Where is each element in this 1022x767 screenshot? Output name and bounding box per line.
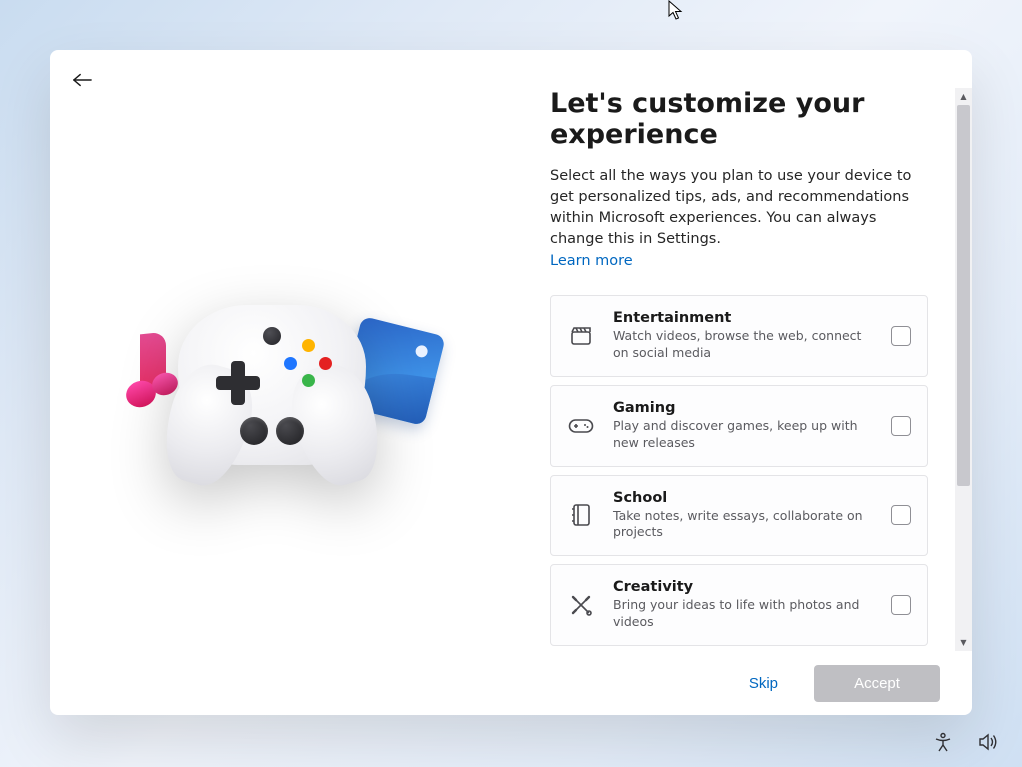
scrollbar-track[interactable] [955,105,972,634]
learn-more-link[interactable]: Learn more [550,253,633,269]
checkbox[interactable] [891,416,911,436]
hero-pane [50,50,510,715]
scroll-up-icon[interactable]: ▲ [955,88,972,105]
option-title: School [613,490,873,506]
option-desc: Take notes, write essays, collaborate on… [613,508,873,542]
option-desc: Play and discover games, keep up with ne… [613,418,873,452]
checkbox[interactable] [891,326,911,346]
scroll-down-icon[interactable]: ▼ [955,634,972,651]
option-title: Entertainment [613,310,873,326]
film-clapper-icon [567,322,595,350]
page-description: Select all the ways you plan to use your… [550,166,928,250]
option-list: Entertainment Watch videos, browse the w… [550,295,928,651]
option-title: Gaming [613,400,873,416]
accept-button[interactable]: Accept [814,665,940,702]
option-desc: Bring your ideas to life with photos and… [613,597,873,631]
option-school[interactable]: School Take notes, write essays, collabo… [550,475,928,557]
hero-illustration [130,303,430,503]
option-creativity[interactable]: Creativity Bring your ideas to life with… [550,564,928,646]
accessibility-icon[interactable] [932,731,954,753]
option-title: Creativity [613,579,873,595]
skip-button[interactable]: Skip [735,667,792,700]
gamepad-icon [567,412,595,440]
option-desc: Watch videos, browse the web, connect on… [613,328,873,362]
dialog-footer: Skip Accept [510,651,972,715]
back-button[interactable] [66,66,98,98]
page-title: Let's customize your experience [550,88,928,150]
os-tray [932,731,1000,753]
option-gaming[interactable]: Gaming Play and discover games, keep up … [550,385,928,467]
option-entertainment[interactable]: Entertainment Watch videos, browse the w… [550,295,928,377]
pen-brush-icon [567,591,595,619]
arrow-left-icon [72,72,92,92]
notebook-icon [567,501,595,529]
checkbox[interactable] [891,595,911,615]
checkbox[interactable] [891,505,911,525]
game-controller-icon [178,305,366,465]
scrollbar-thumb[interactable] [957,105,970,486]
scrollbar[interactable]: ▲ ▼ [955,88,972,651]
oobe-dialog: Let's customize your experience Select a… [50,50,972,715]
content-pane: Let's customize your experience Select a… [510,50,972,715]
mouse-cursor-icon [668,0,684,20]
volume-icon[interactable] [978,731,1000,753]
music-note-icon [120,333,175,413]
